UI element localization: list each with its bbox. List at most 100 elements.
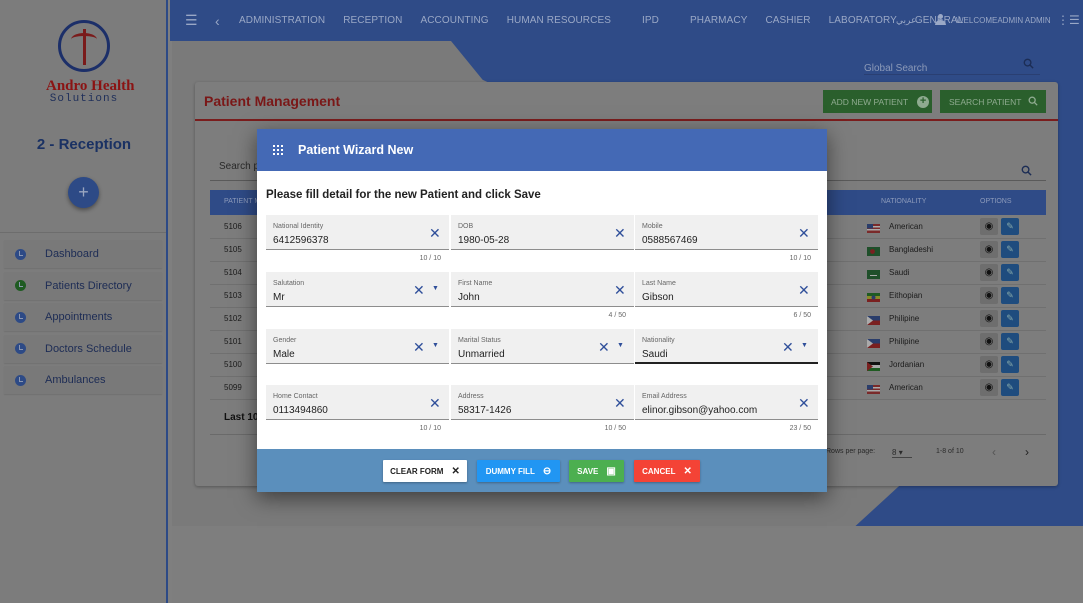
clear-x-icon[interactable]: ✕ <box>798 225 810 242</box>
marital-status-select[interactable]: Marital Status Unmarried ✕ ▼ <box>451 329 634 364</box>
page-footer-area <box>172 526 1083 603</box>
patient-id: 5104 <box>224 268 242 277</box>
sidebar-item-appointments[interactable]: Appointments <box>4 303 162 332</box>
edit-pencil-icon[interactable]: ✎ <box>1001 264 1019 281</box>
caret-down-icon[interactable]: ▼ <box>432 285 439 292</box>
nationality-select[interactable]: Nationality Saudi ✕ ▼ <box>635 329 818 364</box>
sidebar-item-patients-directory[interactable]: Patients Directory <box>4 271 162 300</box>
clear-x-icon[interactable]: ✕ <box>782 339 794 356</box>
global-search-input[interactable]: Global Search <box>864 58 1040 75</box>
sidebar-item-dashboard[interactable]: Dashboard <box>4 240 162 268</box>
patient-id: 5106 <box>224 222 242 231</box>
add-new-patient-button[interactable]: ADD NEW PATIENT + <box>823 90 932 113</box>
nav-human-resources[interactable]: HUMAN RESOURCES <box>507 15 611 26</box>
dialog-title: Patient Wizard New <box>298 143 414 157</box>
chevron-left-icon[interactable]: ‹ <box>992 445 996 459</box>
clear-x-icon[interactable]: ✕ <box>598 339 610 356</box>
view-eye-icon[interactable]: ◉ <box>980 379 998 396</box>
edit-pencil-icon[interactable]: ✎ <box>1001 218 1019 235</box>
clear-x-icon[interactable]: ✕ <box>798 395 810 412</box>
view-eye-icon[interactable]: ◉ <box>980 218 998 235</box>
last-name-field[interactable]: Last Name Gibson ✕ <box>635 272 818 307</box>
right-menu-icon[interactable]: ⋮☰ <box>1057 13 1080 27</box>
caret-down-icon[interactable]: ▼ <box>801 342 808 349</box>
patient-id: 5102 <box>224 314 242 323</box>
save-button[interactable]: SAVE ▣ <box>569 460 624 482</box>
clear-x-icon[interactable]: ✕ <box>413 339 425 356</box>
edit-pencil-icon[interactable]: ✎ <box>1001 356 1019 373</box>
top-navbar: ☰ ‹ ADMINISTRATION RECEPTION ACCOUNTING … <box>170 0 1083 41</box>
field-label: National Identity <box>273 223 324 230</box>
caret-down-icon[interactable]: ▼ <box>617 342 624 349</box>
clear-x-icon[interactable]: ✕ <box>429 225 441 242</box>
edit-pencil-icon[interactable]: ✎ <box>1001 333 1019 350</box>
sidebar-item-doctors-schedule[interactable]: Doctors Schedule <box>4 334 162 363</box>
search-icon[interactable] <box>1021 163 1032 181</box>
patient-id: 5105 <box>224 245 242 254</box>
user-name[interactable]: WELCOMEADMIN ADMIN <box>956 16 1051 25</box>
brand-subtitle: Solutions <box>49 93 119 105</box>
caret-down-icon: ▾ <box>898 448 903 457</box>
clear-x-icon[interactable]: ✕ <box>413 282 425 299</box>
view-eye-icon[interactable]: ◉ <box>980 356 998 373</box>
nationality: Bangladeshi <box>889 245 934 254</box>
patient-id: 5103 <box>224 291 242 300</box>
field-label: Salutation <box>273 280 305 287</box>
clear-x-icon[interactable]: ✕ <box>798 282 810 299</box>
clear-x-icon[interactable]: ✕ <box>614 395 626 412</box>
dummy-fill-button[interactable]: DUMMY FILL ⊖ <box>477 460 560 482</box>
nav-pharmacy[interactable]: PHARMACY <box>690 15 747 26</box>
language-toggle[interactable]: عربي <box>896 15 916 26</box>
clear-form-button[interactable]: CLEAR FORM ✕ <box>383 460 467 482</box>
national-identity-field[interactable]: National Identity 6412596378 ✕ <box>266 215 449 250</box>
home-contact-field[interactable]: Home Contact 0113494860 ✕ <box>266 385 449 420</box>
nav-cashier[interactable]: CASHIER <box>765 15 810 26</box>
rows-per-page-select[interactable]: 8 ▾ <box>892 448 912 458</box>
first-name-field[interactable]: First Name John ✕ <box>451 272 634 307</box>
nav-ipd[interactable]: IPD <box>642 15 659 26</box>
nav-accounting[interactable]: ACCOUNTING <box>420 15 488 26</box>
salutation-select[interactable]: Salutation Mr ✕ ▼ <box>266 272 449 307</box>
nationality: Saudi <box>889 268 910 277</box>
view-eye-icon[interactable]: ◉ <box>980 333 998 350</box>
field-value: 0113494860 <box>273 405 328 416</box>
view-eye-icon[interactable]: ◉ <box>980 241 998 258</box>
field-value: Gibson <box>642 292 674 303</box>
add-button[interactable]: + <box>68 177 99 208</box>
address-field[interactable]: Address 58317-1426 ✕ <box>451 385 634 420</box>
edit-pencil-icon[interactable]: ✎ <box>1001 287 1019 304</box>
field-label: Home Contact <box>273 393 318 400</box>
chevron-left-icon[interactable]: ‹ <box>215 13 225 29</box>
search-icon[interactable] <box>1023 58 1034 72</box>
chevron-right-icon[interactable]: › <box>1025 445 1029 459</box>
edit-pencil-icon[interactable]: ✎ <box>1001 241 1019 258</box>
edit-pencil-icon[interactable]: ✎ <box>1001 310 1019 327</box>
nav-reception[interactable]: RECEPTION <box>343 15 402 26</box>
clear-x-icon[interactable]: ✕ <box>614 225 626 242</box>
hamburger-menu-icon[interactable]: ☰ <box>185 12 198 29</box>
view-eye-icon[interactable]: ◉ <box>980 264 998 281</box>
nav-laboratory[interactable]: LABORATORY <box>829 15 897 26</box>
email-field[interactable]: Email Address elinor.gibson@yahoo.com ✕ <box>635 385 818 420</box>
dob-field[interactable]: DOB 1980-05-28 ✕ <box>451 215 634 250</box>
minus-circle-icon: ⊖ <box>542 465 552 477</box>
edit-pencil-icon[interactable]: ✎ <box>1001 379 1019 396</box>
plus-circle-icon: + <box>917 95 930 108</box>
caret-down-icon[interactable]: ▼ <box>432 342 439 349</box>
clear-x-icon[interactable]: ✕ <box>614 282 626 299</box>
flag-icon <box>867 270 880 279</box>
flag-icon <box>867 293 880 302</box>
patient-search-input[interactable]: Search p <box>219 161 259 172</box>
field-label: Marital Status <box>458 337 501 344</box>
divider <box>195 119 1058 121</box>
clear-x-icon[interactable]: ✕ <box>429 395 441 412</box>
view-eye-icon[interactable]: ◉ <box>980 310 998 327</box>
mobile-field[interactable]: Mobile 0588567469 ✕ <box>635 215 818 250</box>
view-eye-icon[interactable]: ◉ <box>980 287 998 304</box>
nav-administration[interactable]: ADMINISTRATION <box>239 15 325 26</box>
search-patient-button[interactable]: SEARCH PATIENT <box>940 90 1046 113</box>
sidebar-item-ambulances[interactable]: Ambulances <box>4 366 162 395</box>
cancel-button[interactable]: CANCEL ✕ <box>634 460 700 482</box>
close-icon: ✕ <box>451 465 460 477</box>
gender-select[interactable]: Gender Male ✕ ▼ <box>266 329 449 364</box>
